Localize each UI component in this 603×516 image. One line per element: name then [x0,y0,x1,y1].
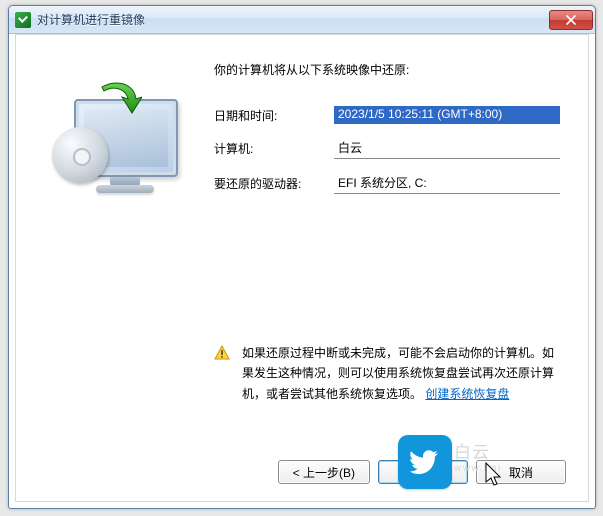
restore-image-icon [48,87,188,197]
green-arrow-icon [96,81,142,127]
app-icon [15,12,31,28]
back-button[interactable]: < 上一步(B) [278,460,370,484]
label-computer: 计算机: [214,140,334,157]
left-column [44,59,214,431]
client-area: 你的计算机将从以下系统映像中还原: 日期和时间: 2023/1/5 10:25:… [15,34,589,502]
value-computer[interactable]: 白云 [334,138,560,159]
value-datetime[interactable]: 2023/1/5 10:25:11 (GMT+8:00) [334,106,560,124]
warning-block: 如果还原过程中断或未完成，可能不会启动你的计算机。如果发生这种情况，则可以使用系… [214,343,560,404]
warning-text: 如果还原过程中断或未完成，可能不会启动你的计算机。如果发生这种情况，则可以使用系… [242,343,560,404]
row-drives: 要还原的驱动器: EFI 系统分区, C: [214,173,560,194]
label-datetime: 日期和时间: [214,107,334,124]
create-recovery-disc-link[interactable]: 创建系统恢复盘 [425,387,509,401]
warning-icon [214,345,232,404]
row-datetime: 日期和时间: 2023/1/5 10:25:11 (GMT+8:00) [214,106,560,124]
value-drives[interactable]: EFI 系统分区, C: [334,173,560,194]
bird-icon [408,445,442,479]
cancel-button[interactable]: 取消 [476,460,566,484]
watermark-logo [398,435,452,489]
intro-text: 你的计算机将从以下系统映像中还原: [214,61,560,78]
window-title: 对计算机进行重镜像 [37,11,549,28]
row-computer: 计算机: 白云 [214,138,560,159]
reimage-wizard-window: 对计算机进行重镜像 [8,5,596,509]
close-icon [566,15,576,25]
titlebar[interactable]: 对计算机进行重镜像 [9,6,595,34]
content: 你的计算机将从以下系统映像中还原: 日期和时间: 2023/1/5 10:25:… [16,35,588,501]
close-button[interactable] [549,10,593,30]
footer: < 上一步(B) 完成 取消 [16,443,588,501]
label-drives: 要还原的驱动器: [214,175,334,192]
